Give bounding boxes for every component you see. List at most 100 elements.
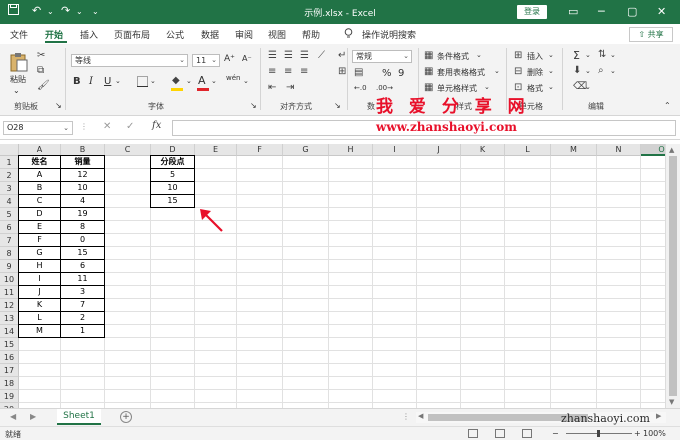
name-box[interactable]: O28 ⌄: [3, 121, 73, 135]
align-left-icon[interactable]: ≡: [268, 66, 276, 78]
cell[interactable]: [417, 377, 461, 390]
cell[interactable]: [151, 338, 195, 351]
cell[interactable]: [19, 377, 61, 390]
cell[interactable]: [641, 260, 665, 273]
align-right-icon[interactable]: ≡: [300, 66, 308, 78]
cell[interactable]: [597, 299, 641, 312]
number-format-combo[interactable]: 常规 ⌄: [352, 50, 412, 63]
table-cell[interactable]: 15: [60, 246, 105, 260]
autosum-button[interactable]: Σ: [573, 49, 580, 62]
cell[interactable]: [641, 377, 665, 390]
tab-page-layout[interactable]: 页面布局: [114, 28, 150, 41]
sheet-prev-icon[interactable]: ◀: [10, 412, 16, 421]
minimize-icon[interactable]: ─: [598, 5, 605, 18]
cell[interactable]: [283, 338, 329, 351]
cell[interactable]: [505, 299, 551, 312]
cell[interactable]: [417, 195, 461, 208]
cell[interactable]: [461, 351, 505, 364]
zoom-slider-knob[interactable]: [597, 430, 600, 437]
table-cell[interactable]: C: [18, 194, 61, 208]
maximize-icon[interactable]: ▢: [627, 5, 637, 18]
table-cell[interactable]: K: [18, 298, 61, 312]
enter-icon[interactable]: ✓: [126, 121, 134, 132]
cell[interactable]: [195, 338, 237, 351]
cell[interactable]: [373, 156, 417, 169]
table-cell[interactable]: 5: [150, 168, 195, 182]
row-header-5[interactable]: 5: [0, 208, 19, 221]
collapse-ribbon-icon[interactable]: ⌃: [664, 101, 671, 110]
cell[interactable]: [237, 299, 283, 312]
insert-cells-button[interactable]: 插入: [527, 51, 543, 62]
cell[interactable]: [329, 195, 373, 208]
cell[interactable]: [237, 260, 283, 273]
cell[interactable]: [461, 182, 505, 195]
column-header-e[interactable]: E: [195, 144, 237, 156]
table-cell[interactable]: B: [18, 181, 61, 195]
table-cell[interactable]: 3: [60, 285, 105, 299]
cell[interactable]: [551, 351, 597, 364]
underline-dropdown-icon[interactable]: ⌄: [115, 77, 121, 85]
cell[interactable]: [195, 312, 237, 325]
cell[interactable]: [237, 377, 283, 390]
cell[interactable]: [551, 221, 597, 234]
table-cell[interactable]: 2: [60, 311, 105, 325]
row-header-9[interactable]: 9: [0, 260, 19, 273]
table-cell[interactable]: A: [18, 168, 61, 182]
cell[interactable]: [461, 156, 505, 169]
cell[interactable]: [105, 208, 151, 221]
decrease-indent-icon[interactable]: ⇤: [268, 82, 276, 94]
cell[interactable]: [417, 182, 461, 195]
cell[interactable]: [105, 182, 151, 195]
cell[interactable]: [151, 312, 195, 325]
cell[interactable]: [551, 390, 597, 403]
row-header-7[interactable]: 7: [0, 234, 19, 247]
cell[interactable]: [151, 325, 195, 338]
cell[interactable]: [329, 390, 373, 403]
cell[interactable]: [551, 364, 597, 377]
cell[interactable]: [417, 299, 461, 312]
cell[interactable]: [505, 325, 551, 338]
cell[interactable]: [597, 338, 641, 351]
delete-cells-button[interactable]: 删除: [527, 67, 543, 78]
cell[interactable]: [641, 182, 665, 195]
chevron-down-icon[interactable]: ⌄: [585, 83, 591, 91]
cell[interactable]: [237, 312, 283, 325]
cell[interactable]: [237, 351, 283, 364]
cell[interactable]: [597, 286, 641, 299]
cell[interactable]: [283, 377, 329, 390]
cell[interactable]: [597, 247, 641, 260]
cell[interactable]: [329, 325, 373, 338]
row-header-6[interactable]: 6: [0, 221, 19, 234]
cell[interactable]: [329, 338, 373, 351]
cell[interactable]: [373, 208, 417, 221]
cell[interactable]: [373, 260, 417, 273]
cell[interactable]: [551, 234, 597, 247]
cell[interactable]: [461, 325, 505, 338]
sheet-next-icon[interactable]: ▶: [30, 412, 36, 421]
cell[interactable]: [373, 247, 417, 260]
cell[interactable]: [641, 338, 665, 351]
phonetic-button[interactable]: wén: [226, 74, 240, 82]
column-header-k[interactable]: K: [461, 144, 505, 156]
cell[interactable]: [461, 364, 505, 377]
cell[interactable]: [461, 208, 505, 221]
cell[interactable]: [551, 312, 597, 325]
cell[interactable]: [329, 208, 373, 221]
zoom-out-icon[interactable]: −: [552, 429, 559, 438]
cell[interactable]: [105, 299, 151, 312]
cell[interactable]: [373, 169, 417, 182]
borders-dropdown-icon[interactable]: ⌄: [150, 77, 156, 85]
cell[interactable]: [283, 325, 329, 338]
cell[interactable]: [641, 208, 665, 221]
column-header-h[interactable]: H: [329, 144, 373, 156]
table-header-cell[interactable]: 姓名: [18, 155, 61, 169]
cell[interactable]: [283, 247, 329, 260]
table-cell[interactable]: E: [18, 220, 61, 234]
cell[interactable]: [461, 221, 505, 234]
tab-view[interactable]: 视图: [268, 28, 286, 41]
cell[interactable]: [329, 260, 373, 273]
table-header-cell[interactable]: 销量: [60, 155, 105, 169]
cell[interactable]: [105, 273, 151, 286]
cell[interactable]: [417, 156, 461, 169]
cell[interactable]: [237, 156, 283, 169]
